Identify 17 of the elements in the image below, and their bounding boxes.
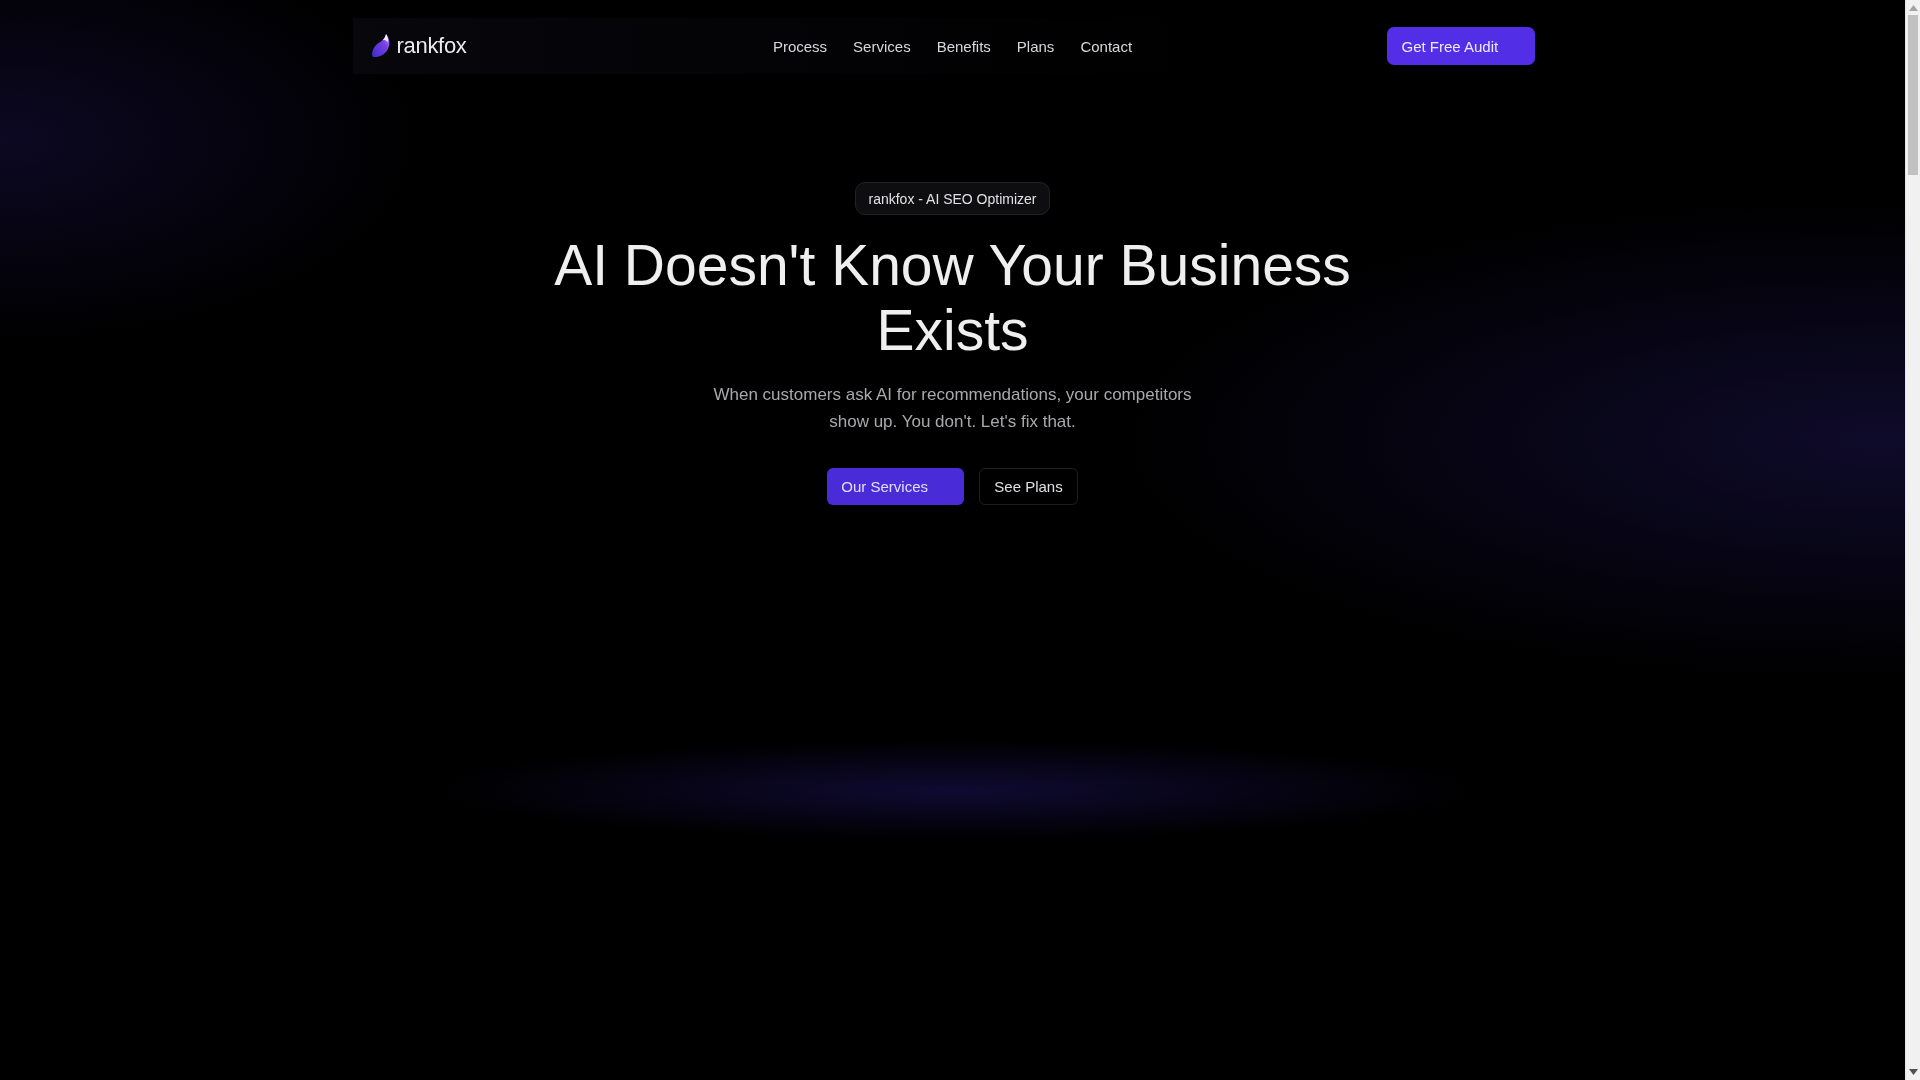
nav-link[interactable]: Benefits [936,37,991,55]
scroll-up-icon[interactable] [1908,5,1918,11]
logo-icon [370,34,391,58]
hero-subtitle: When customers ask AI for recommendations, your competitors show up. You don't. Let's fix that. [712,384,1193,433]
nav-link[interactable]: Process [772,37,828,55]
brand-name: rankfox [396,33,467,59]
scrollbar[interactable] [1905,0,1920,1080]
nav-link[interactable]: Services [853,37,911,55]
nav-link[interactable]: Contact [1080,37,1133,55]
our-services-button[interactable]: Our Services [827,468,965,505]
tagline-badge: rankfox - AI SEO Optimizer [855,182,1050,215]
get-free-audit-button[interactable]: Get Free Audit [1386,27,1535,65]
hero-heading: AI Doesn't Know Your Business Exists [553,233,1352,363]
scrollbar-thumb[interactable] [1908,15,1918,175]
nav-link[interactable]: Plans [1016,37,1055,55]
scroll-down-icon[interactable] [1908,1069,1918,1075]
see-plans-button[interactable]: See Plans [979,468,1078,505]
